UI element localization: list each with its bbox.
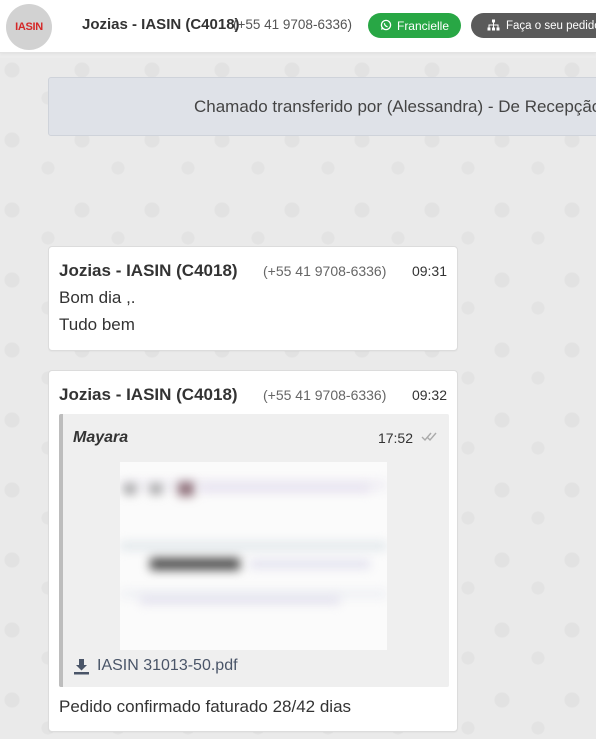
- pdf-preview[interactable]: [120, 462, 387, 650]
- avatar-logo: IASIN: [15, 21, 43, 33]
- quote-author: Mayara: [73, 429, 129, 446]
- message-sender-phone: (+55 41 9708-6336): [263, 387, 387, 403]
- sitemap-icon: [487, 19, 500, 33]
- transfer-banner: Chamado transferido por (Alessandra) - D…: [48, 77, 596, 136]
- chat-header: IASIN Jozias - IASIN (C4018) (+55 41 970…: [0, 0, 596, 53]
- attachment-link[interactable]: IASIN 31013-50.pdf: [73, 657, 238, 675]
- attachment-filename: IASIN 31013-50.pdf: [97, 657, 238, 674]
- double-check-icon: [421, 430, 439, 445]
- message-sender: Jozias - IASIN (C4018): [59, 385, 238, 404]
- agent-button[interactable]: Francielle: [368, 13, 461, 38]
- transfer-text: Chamado transferido por (Alessandra) - D…: [194, 97, 596, 116]
- order-button-label: Faça o seu pedido: [506, 19, 596, 32]
- order-button[interactable]: Faça o seu pedido: [471, 13, 596, 38]
- contact-name: Jozias - IASIN (C4018): [82, 16, 240, 33]
- quoted-message[interactable]: Mayara 17:52 IASIN 31013-50.pdf: [59, 414, 449, 687]
- message-time: 09:31: [411, 263, 447, 279]
- message-sender-phone: (+55 41 9708-6336): [263, 263, 387, 279]
- message-text-line: Tudo bem: [59, 315, 135, 334]
- message-text-line: Bom dia ,.: [59, 288, 136, 307]
- message-bubble: Jozias - IASIN (C4018) (+55 41 9708-6336…: [48, 246, 458, 351]
- message-sender: Jozias - IASIN (C4018): [59, 261, 238, 280]
- message-time: 09:32: [411, 387, 447, 403]
- message-text-line: Pedido confirmado faturado 28/42 dias: [59, 697, 352, 716]
- contact-phone: (+55 41 9708-6336): [233, 17, 352, 32]
- whatsapp-icon: [380, 19, 392, 33]
- agent-button-label: Francielle: [396, 18, 450, 33]
- message-bubble: Jozias - IASIN (C4018) (+55 41 9708-6336…: [48, 370, 458, 732]
- download-icon: [73, 658, 90, 675]
- avatar[interactable]: IASIN: [6, 4, 52, 50]
- quote-time: 17:52: [377, 430, 413, 446]
